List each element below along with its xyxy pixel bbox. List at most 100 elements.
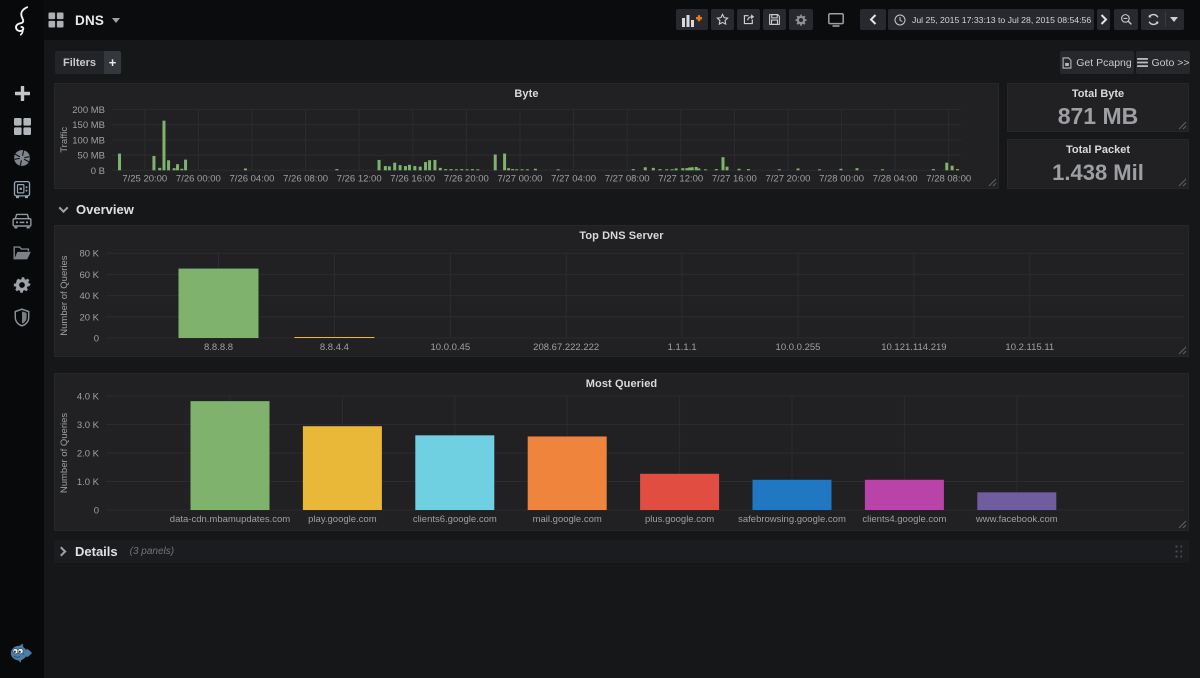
- share-button[interactable]: [737, 9, 760, 30]
- sidebar-item-settings[interactable]: [0, 270, 44, 300]
- top-dns-server-chart[interactable]: 0 20 K 40 K 60 K 80 K 8.8.8.8 8.8.4.4 10.0.0.45…: [55, 226, 1190, 358]
- byte-bar[interactable]: [162, 120, 166, 171]
- category-bar[interactable]: [752, 479, 832, 510]
- byte-bar[interactable]: [387, 166, 391, 171]
- resize-handle-icon[interactable]: [1178, 346, 1187, 355]
- star-button[interactable]: [711, 9, 734, 30]
- save-button[interactable]: [763, 9, 786, 30]
- byte-bar[interactable]: [955, 169, 959, 171]
- byte-bar[interactable]: [556, 169, 560, 171]
- category-bar[interactable]: [190, 401, 270, 510]
- byte-bar[interactable]: [449, 169, 453, 171]
- row-drag-handle-icon[interactable]: [1173, 543, 1182, 560]
- sidebar-item-capture[interactable]: [0, 143, 44, 173]
- goto-button[interactable]: Goto >>: [1136, 51, 1190, 74]
- byte-bar[interactable]: [777, 169, 781, 171]
- category-bar[interactable]: [294, 337, 375, 338]
- byte-bar[interactable]: [520, 169, 524, 171]
- byte-bar[interactable]: [643, 167, 647, 171]
- byte-bar[interactable]: [746, 169, 750, 171]
- byte-bar[interactable]: [688, 167, 692, 171]
- details-row-header[interactable]: Details (3 panels): [56, 540, 174, 563]
- byte-bar[interactable]: [377, 159, 381, 171]
- time-back-button[interactable]: [860, 9, 886, 30]
- byte-bar[interactable]: [737, 168, 741, 171]
- byte-bar[interactable]: [152, 155, 156, 171]
- byte-bar[interactable]: [383, 166, 387, 171]
- filters-label[interactable]: Filters: [55, 51, 105, 74]
- details-row[interactable]: Details (3 panels): [54, 540, 1189, 563]
- add-panel-button[interactable]: [676, 9, 708, 30]
- fish-mascot-icon[interactable]: [10, 642, 33, 664]
- byte-bar[interactable]: [398, 165, 402, 171]
- resize-handle-icon[interactable]: [1178, 121, 1187, 130]
- byte-bar[interactable]: [685, 168, 689, 171]
- byte-bar[interactable]: [697, 168, 701, 171]
- byte-bar[interactable]: [690, 167, 694, 171]
- byte-bar[interactable]: [931, 169, 935, 171]
- category-bar[interactable]: [640, 473, 720, 510]
- sidebar-item-storage[interactable]: [0, 206, 44, 236]
- byte-bar[interactable]: [493, 154, 497, 171]
- byte-bar[interactable]: [515, 169, 519, 171]
- total-packet-title[interactable]: Total Packet: [1008, 144, 1188, 156]
- app-logo[interactable]: [10, 6, 34, 36]
- byte-bar[interactable]: [714, 169, 718, 171]
- refresh-interval-caret-icon[interactable]: [1170, 17, 1178, 22]
- category-bar[interactable]: [977, 492, 1057, 510]
- byte-bar[interactable]: [180, 168, 184, 171]
- byte-bar[interactable]: [476, 169, 480, 171]
- byte-bar[interactable]: [428, 160, 432, 171]
- byte-bar[interactable]: [460, 169, 464, 171]
- byte-bar[interactable]: [444, 169, 448, 171]
- byte-bar[interactable]: [403, 166, 407, 171]
- byte-bar[interactable]: [433, 159, 437, 171]
- byte-bar[interactable]: [839, 168, 843, 171]
- byte-bar[interactable]: [651, 167, 655, 171]
- byte-chart[interactable]: 0 B 50 MB 100 MB 150 MB 200 MB 7/25 20:00 7/26…: [55, 84, 1000, 190]
- resize-handle-icon[interactable]: [988, 178, 997, 187]
- get-pcapng-button[interactable]: Get Pcapng: [1060, 51, 1134, 74]
- byte-bar[interactable]: [418, 166, 422, 171]
- byte-bar[interactable]: [118, 153, 122, 171]
- sidebar-item-vault[interactable]: [0, 174, 44, 204]
- category-bar[interactable]: [527, 436, 607, 510]
- byte-bar[interactable]: [470, 169, 474, 171]
- byte-bar[interactable]: [855, 168, 859, 171]
- resize-handle-icon[interactable]: [1178, 178, 1187, 187]
- byte-bar[interactable]: [665, 169, 669, 171]
- byte-bar[interactable]: [176, 164, 180, 171]
- resize-handle-icon[interactable]: [1178, 520, 1187, 529]
- byte-bar[interactable]: [335, 169, 339, 171]
- byte-bar[interactable]: [880, 169, 884, 171]
- byte-bar[interactable]: [243, 168, 247, 171]
- byte-bar[interactable]: [817, 169, 821, 171]
- byte-bar[interactable]: [393, 162, 397, 171]
- zoom-out-button[interactable]: [1114, 9, 1138, 30]
- byte-bar[interactable]: [184, 159, 188, 171]
- dashboard-settings-button[interactable]: [789, 9, 813, 30]
- byte-bar[interactable]: [424, 162, 428, 171]
- byte-bar[interactable]: [507, 168, 511, 171]
- byte-bar[interactable]: [158, 167, 162, 171]
- byte-bar[interactable]: [454, 169, 458, 171]
- byte-bar[interactable]: [681, 168, 685, 171]
- overview-row-toggle[interactable]: Overview: [58, 200, 134, 218]
- total-byte-title[interactable]: Total Byte: [1008, 88, 1188, 100]
- byte-bar[interactable]: [407, 164, 411, 171]
- category-bar[interactable]: [302, 426, 382, 510]
- byte-bar[interactable]: [172, 168, 176, 171]
- byte-bar[interactable]: [511, 169, 515, 171]
- tv-mode-icon[interactable]: [828, 13, 844, 27]
- byte-bar[interactable]: [533, 168, 537, 171]
- byte-bar[interactable]: [658, 169, 662, 171]
- byte-bar[interactable]: [631, 169, 635, 171]
- byte-bar[interactable]: [670, 169, 674, 171]
- add-filter-button[interactable]: +: [104, 51, 122, 74]
- byte-bar[interactable]: [721, 157, 725, 171]
- byte-bar[interactable]: [674, 168, 678, 171]
- sidebar-item-security[interactable]: [0, 302, 44, 332]
- byte-bar[interactable]: [167, 160, 171, 171]
- byte-bar[interactable]: [704, 169, 708, 171]
- refresh-button[interactable]: [1141, 9, 1184, 30]
